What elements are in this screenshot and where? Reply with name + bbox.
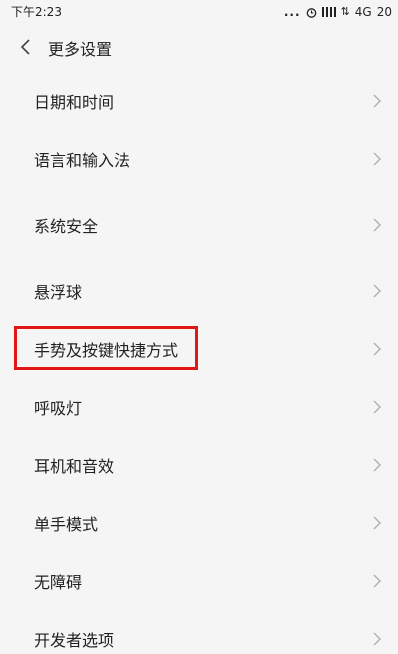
settings-item-gesture-shortcuts[interactable]: 手势及按键快捷方式: [0, 320, 398, 378]
status-icons: ... ⇅ 4G 20: [284, 0, 392, 24]
chevron-right-icon: [373, 218, 381, 232]
settings-item-headphones-sound[interactable]: 耳机和音效: [0, 436, 398, 494]
settings-item-label: 耳机和音效: [34, 457, 115, 476]
settings-item-accessibility[interactable]: 无障碍: [0, 552, 398, 610]
settings-item-label: 单手模式: [34, 515, 99, 534]
settings-item-label: 悬浮球: [34, 283, 83, 302]
chevron-right-icon: [373, 574, 381, 588]
settings-item-system-security[interactable]: 系统安全: [0, 196, 398, 254]
settings-item-developer-options[interactable]: 开发者选项: [0, 610, 398, 654]
settings-item-label: 无障碍: [34, 573, 83, 592]
battery-level: 20: [376, 5, 392, 19]
chevron-right-icon: [373, 342, 381, 356]
back-chevron-icon[interactable]: [18, 37, 34, 57]
more-notifications-icon: ...: [283, 5, 301, 19]
alarm-icon: [306, 7, 317, 18]
chevron-right-icon: [373, 632, 381, 646]
settings-item-date-time[interactable]: 日期和时间: [0, 72, 398, 130]
settings-item-label: 系统安全: [34, 217, 99, 236]
status-time: 下午2:23: [11, 5, 62, 19]
status-bar: 下午2:23 ... ⇅ 4G 20: [0, 0, 398, 24]
header-bar: 更多设置: [0, 28, 398, 66]
chevron-right-icon: [373, 400, 381, 414]
settings-item-floating-ball[interactable]: 悬浮球: [0, 262, 398, 320]
signal-icon: [321, 7, 336, 17]
settings-item-label: 手势及按键快捷方式: [34, 341, 179, 360]
settings-item-language-input[interactable]: 语言和输入法: [0, 130, 398, 188]
chevron-right-icon: [373, 284, 381, 298]
settings-screen: 下午2:23 ... ⇅ 4G 20 更多设置 日期和时间 语言和输入法 系统安…: [0, 0, 398, 654]
settings-item-label: 开发者选项: [34, 631, 115, 650]
chevron-right-icon: [373, 94, 381, 108]
settings-item-label: 语言和输入法: [34, 151, 131, 170]
settings-item-one-hand-mode[interactable]: 单手模式: [0, 494, 398, 552]
settings-item-label: 呼吸灯: [34, 399, 83, 418]
data-arrows-icon: ⇅: [340, 5, 350, 18]
network-type: 4G: [354, 5, 372, 19]
chevron-right-icon: [373, 152, 381, 166]
settings-item-breathing-light[interactable]: 呼吸灯: [0, 378, 398, 436]
page-title: 更多设置: [48, 40, 113, 59]
chevron-right-icon: [373, 458, 381, 472]
settings-item-label: 日期和时间: [34, 93, 115, 112]
chevron-right-icon: [373, 516, 381, 530]
